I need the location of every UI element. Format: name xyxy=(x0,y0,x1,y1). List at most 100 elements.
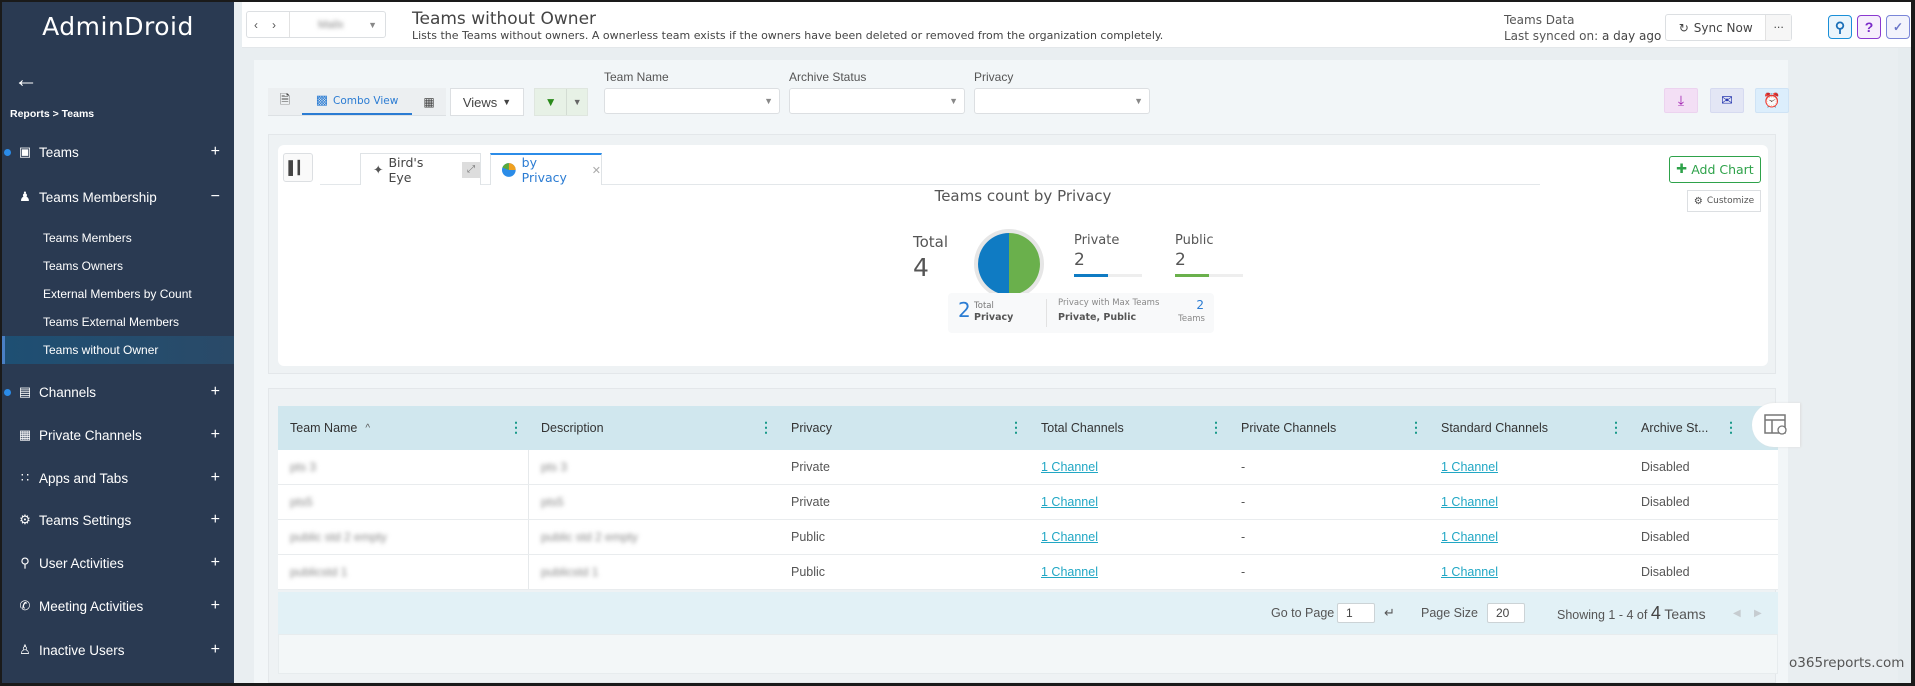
total-value: 4 xyxy=(913,253,929,282)
channel-link[interactable]: 1 Channel xyxy=(1041,530,1098,544)
expand-icon[interactable]: + xyxy=(211,383,220,401)
archive-status-select[interactable]: ▼ xyxy=(789,88,965,114)
column-menu-icon[interactable]: ⋮ xyxy=(1409,418,1423,436)
page-scrollbar[interactable] xyxy=(1898,48,1911,683)
column-menu-icon[interactable]: ⋮ xyxy=(1724,418,1738,436)
channel-link[interactable]: 1 Channel xyxy=(1041,495,1098,509)
report-content: 🗎 ▩ Combo View ▦ Views ▼ ▼ ▼ Team Name ▼… xyxy=(254,60,1800,683)
table-footer-area xyxy=(278,634,1778,674)
customize-button[interactable]: ⚙ Customize xyxy=(1687,190,1761,212)
team-name-select[interactable]: ▼ xyxy=(604,88,780,114)
column-menu-icon[interactable]: ⋮ xyxy=(1609,418,1623,436)
column-header-total-channels[interactable]: Total Channels ⋮ xyxy=(1029,406,1229,450)
channel-link[interactable]: 1 Channel xyxy=(1041,460,1098,474)
sidebar-subitem-teams-external-members[interactable]: Teams External Members xyxy=(2,309,234,335)
expand-icon[interactable]: + xyxy=(211,426,220,444)
column-menu-icon[interactable]: ⋮ xyxy=(1009,418,1023,436)
cell-archive-status: Disabled xyxy=(1641,530,1690,544)
channel-link[interactable]: 1 Channel xyxy=(1041,565,1098,579)
next-report-icon[interactable]: › xyxy=(265,18,283,32)
page-size-input[interactable] xyxy=(1487,603,1525,623)
channel-link[interactable]: 1 Channel xyxy=(1441,565,1498,579)
status-button[interactable]: ✓ xyxy=(1886,15,1910,39)
redacted-text: pts5 xyxy=(290,495,313,509)
prev-report-icon[interactable]: ‹ xyxy=(247,18,265,32)
table-header: Team Name ^ ⋮ Description ⋮ Privacy ⋮ To… xyxy=(278,406,1778,450)
enter-icon[interactable]: ↵ xyxy=(1384,605,1395,621)
channel-link[interactable]: 1 Channel xyxy=(1441,460,1498,474)
filter-team-name: Team Name ▼ xyxy=(604,70,780,114)
more-options-button[interactable]: ··· xyxy=(1765,15,1791,40)
email-button[interactable]: ✉ xyxy=(1710,88,1744,113)
filter-dropdown-icon[interactable]: ▼ xyxy=(566,89,587,115)
column-header-archive-status[interactable]: Archive St... ⋮ xyxy=(1629,406,1744,450)
expand-icon[interactable]: ⤢ xyxy=(462,161,480,178)
expand-icon[interactable]: + xyxy=(211,641,220,659)
sidebar-subitem-teams-without-owner[interactable]: Teams without Owner xyxy=(2,336,234,364)
pie-chart-icon xyxy=(501,163,516,177)
sidebar-item-meeting-activities[interactable]: ✆ Meeting Activities + xyxy=(2,592,234,620)
sidebar-subitem-teams-owners[interactable]: Teams Owners xyxy=(2,253,234,279)
sidebar-item-teams-membership[interactable]: ♟ Teams Membership − xyxy=(2,183,234,211)
sidebar-item-teams[interactable]: ▣ Teams + xyxy=(2,138,234,166)
column-menu-icon[interactable]: ⋮ xyxy=(759,418,773,436)
sidebar-subitem-external-members-by-count[interactable]: External Members by Count xyxy=(2,281,234,307)
expand-icon[interactable]: + xyxy=(211,469,220,487)
privacy-select[interactable]: ▼ xyxy=(974,88,1150,114)
collapse-icon[interactable]: − xyxy=(211,188,220,206)
sync-now-button[interactable]: ↻ Sync Now xyxy=(1666,15,1765,40)
search-button[interactable]: ⚲ xyxy=(1828,15,1852,39)
column-menu-icon[interactable]: ⋮ xyxy=(509,418,523,436)
column-header-team-name[interactable]: Team Name ^ ⋮ xyxy=(278,406,529,450)
channel-link[interactable]: 1 Channel xyxy=(1441,495,1498,509)
sidebar-item-user-activities[interactable]: ⚲ User Activities + xyxy=(2,549,234,577)
sidebar-subitem-teams-members[interactable]: Teams Members xyxy=(2,225,234,251)
bird-icon: ✦ xyxy=(373,162,384,177)
filter-button[interactable]: ▼ ▼ xyxy=(534,88,588,116)
goto-page-input[interactable] xyxy=(1337,603,1375,623)
sidebar-item-teams-settings[interactable]: ⚙ Teams Settings + xyxy=(2,506,234,534)
column-header-privacy[interactable]: Privacy ⋮ xyxy=(779,406,1029,450)
views-dropdown[interactable]: Views ▼ xyxy=(450,88,524,116)
breadcrumb: Reports > Teams xyxy=(10,108,95,120)
column-header-private-channels[interactable]: Private Channels ⋮ xyxy=(1229,406,1429,450)
sort-ascending-icon[interactable]: ^ xyxy=(365,423,370,434)
column-header-standard-channels[interactable]: Standard Channels ⋮ xyxy=(1429,406,1629,450)
back-arrow-icon[interactable]: ← xyxy=(14,66,38,94)
column-header-description[interactable]: Description ⋮ xyxy=(529,406,779,450)
sidebar-item-channels[interactable]: ▤ Channels + xyxy=(2,378,234,406)
expand-icon[interactable]: + xyxy=(211,143,220,161)
next-page-icon[interactable]: ▶ xyxy=(1754,608,1762,619)
expand-icon[interactable]: + xyxy=(211,554,220,572)
tab-chart-view[interactable]: ▦ xyxy=(412,88,446,115)
cell-privacy: Private xyxy=(791,460,830,474)
watermark: o365reports.com xyxy=(1789,655,1905,671)
table-row[interactable]: pts5 pts5 Private 1 Channel - 1 Channel Disabl… xyxy=(278,485,1778,520)
sidebar-item-inactive-users[interactable]: ♙ Inactive Users + xyxy=(2,636,234,664)
sidebar-item-private-channels[interactable]: ▦ Private Channels + xyxy=(2,421,234,449)
prev-page-icon[interactable]: ◀ xyxy=(1733,608,1741,619)
column-menu-icon[interactable]: ⋮ xyxy=(1209,418,1223,436)
column-settings-button[interactable] xyxy=(1752,403,1800,447)
cell-standard-channels: 1 Channel xyxy=(1429,450,1629,484)
help-button[interactable]: ? xyxy=(1857,15,1881,39)
schedule-button[interactable]: ⏰ xyxy=(1755,88,1789,113)
channel-link[interactable]: 1 Channel xyxy=(1441,530,1498,544)
export-button[interactable]: ⤓ xyxy=(1664,88,1698,113)
close-tab-icon[interactable]: ✕ xyxy=(592,164,601,177)
expand-icon[interactable]: + xyxy=(211,511,220,529)
tab-combo-view[interactable]: ▩ Combo View xyxy=(302,88,412,115)
people-group-icon: ♟ xyxy=(19,189,31,204)
table-row[interactable]: public std 2 empty public std 2 empty Publ… xyxy=(278,520,1778,555)
tab-birds-eye[interactable]: ✦ Bird's Eye ⤢ xyxy=(360,153,481,185)
table-row[interactable]: publicstd 1 publicstd 1 Public 1 Channel - 1 … xyxy=(278,555,1778,590)
chart-list-button[interactable]: ▌▎ xyxy=(283,153,313,182)
sidebar-item-apps-and-tabs[interactable]: ∷ Apps and Tabs + xyxy=(2,464,234,492)
tab-grid-view[interactable]: 🗎 xyxy=(268,88,302,115)
report-view-select[interactable]: Mailx ▼ xyxy=(289,12,385,37)
table-row[interactable]: pts 3 pts 3 Private 1 Channel - 1 Channel Disa… xyxy=(278,450,1778,485)
tab-by-privacy[interactable]: by Privacy ✕ xyxy=(490,153,602,185)
add-chart-button[interactable]: ✚ Add Chart xyxy=(1669,156,1761,183)
expand-icon[interactable]: + xyxy=(211,597,220,615)
filter-icon[interactable]: ▼ xyxy=(535,89,566,115)
